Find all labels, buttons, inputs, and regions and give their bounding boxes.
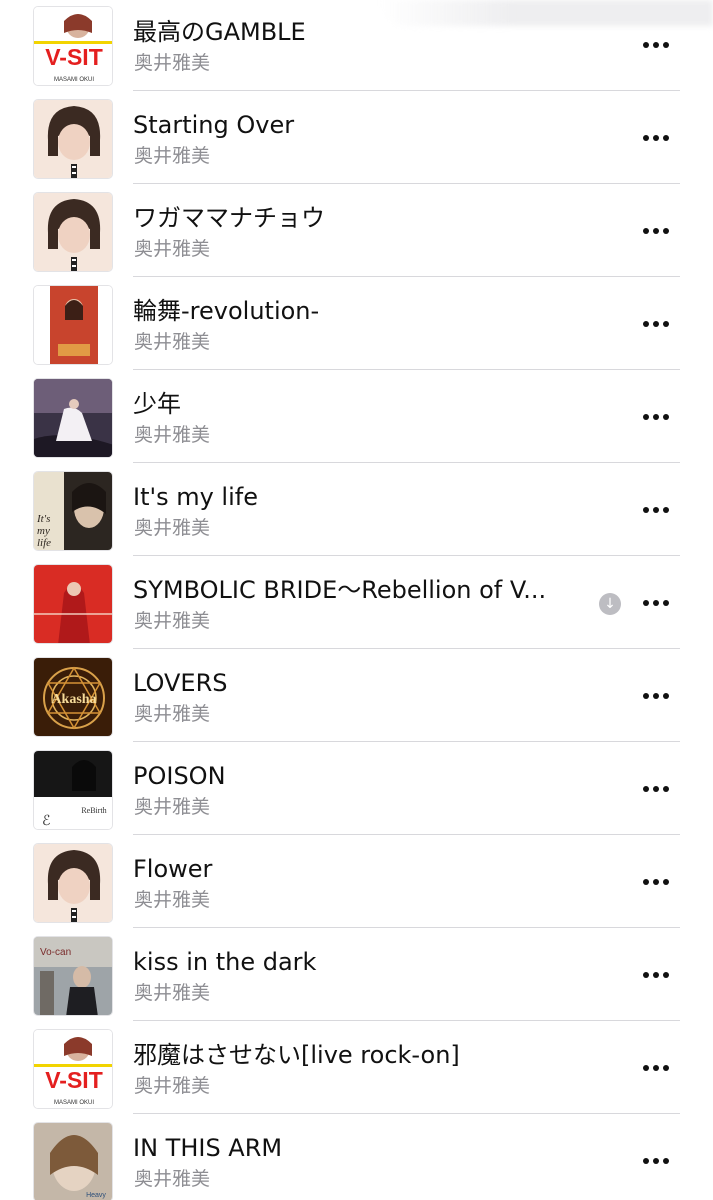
album-artwork	[33, 378, 113, 458]
album-artwork	[33, 192, 113, 272]
svg-text:ReBirth: ReBirth	[81, 806, 106, 815]
song-row[interactable]: 少年 奥井雅美	[0, 372, 713, 465]
album-artwork: It's my life	[33, 471, 113, 551]
more-ellipsis-icon[interactable]	[638, 216, 674, 246]
song-artist: 奥井雅美	[134, 1075, 211, 1097]
song-artist: 奥井雅美	[134, 703, 211, 725]
more-ellipsis-icon[interactable]	[638, 1053, 674, 1083]
song-title: 最高のGAMBLE	[133, 18, 306, 46]
album-artwork: Heavy	[33, 1122, 113, 1200]
song-artist: 奥井雅美	[134, 982, 211, 1004]
row-divider	[133, 462, 680, 463]
album-artwork	[33, 99, 113, 179]
row-divider	[133, 276, 680, 277]
row-divider	[133, 555, 680, 556]
more-ellipsis-icon[interactable]	[638, 774, 674, 804]
more-ellipsis-icon[interactable]	[638, 867, 674, 897]
art-vsit-label: V-SIT	[45, 44, 103, 70]
song-row[interactable]: Akasha LOVERS 奥井雅美	[0, 651, 713, 744]
album-artwork: Akasha	[33, 657, 113, 737]
song-artist: 奥井雅美	[134, 1168, 211, 1190]
row-divider	[133, 1020, 680, 1021]
song-title: POISON	[133, 762, 226, 790]
song-artist: 奥井雅美	[134, 424, 211, 446]
song-row[interactable]: ReBirth ℰ POISON 奥井雅美	[0, 744, 713, 837]
song-row[interactable]: V-SIT MASAMI OKUI 最高のGAMBLE 奥井雅美	[0, 0, 713, 93]
row-divider	[133, 1113, 680, 1114]
svg-text:Heavy: Heavy	[86, 1192, 106, 1199]
song-row[interactable]: It's my life It's my life 奥井雅美	[0, 465, 713, 558]
row-divider	[133, 927, 680, 928]
song-title: 輪舞-revolution-	[133, 297, 320, 325]
song-title: 少年	[133, 390, 181, 418]
svg-text:MASAMI OKUI: MASAMI OKUI	[54, 1100, 94, 1106]
song-title: IN THIS ARM	[133, 1134, 283, 1162]
song-row[interactable]: Heavy IN THIS ARM 奥井雅美	[0, 1116, 713, 1200]
row-divider	[133, 834, 680, 835]
song-title: It's my life	[133, 483, 258, 511]
song-title: kiss in the dark	[133, 948, 317, 976]
row-divider	[133, 369, 680, 370]
song-row[interactable]: ワガママナチョウ奥井雅美	[0, 186, 713, 279]
song-artist: 奥井雅美	[134, 889, 211, 911]
more-ellipsis-icon[interactable]	[638, 960, 674, 990]
more-ellipsis-icon[interactable]	[638, 495, 674, 525]
song-artist: 奥井雅美	[134, 238, 211, 260]
more-ellipsis-icon[interactable]	[638, 30, 674, 60]
album-artwork: Vo-can	[33, 936, 113, 1016]
album-artwork	[33, 843, 113, 923]
more-ellipsis-icon[interactable]	[638, 309, 674, 339]
song-artist: 奥井雅美	[134, 796, 211, 818]
song-artist: 奥井雅美	[134, 610, 211, 632]
more-ellipsis-icon[interactable]	[638, 681, 674, 711]
download-arrow-icon[interactable]: ↓	[599, 593, 621, 615]
song-artist: 奥井雅美	[134, 517, 211, 539]
more-ellipsis-icon[interactable]	[638, 588, 674, 618]
row-divider	[133, 741, 680, 742]
svg-text:Vo-can: Vo-can	[40, 947, 71, 958]
song-title: ワガママナチョウ	[133, 204, 325, 232]
song-title: Starting Over	[133, 111, 295, 139]
album-artwork	[33, 285, 113, 365]
song-row[interactable]: 輪舞-revolution- 奥井雅美	[0, 279, 713, 372]
song-title: 邪魔はさせない[live rock-on]	[133, 1041, 460, 1069]
song-artist: 奥井雅美	[134, 52, 211, 74]
song-artist: 奥井雅美	[134, 145, 211, 167]
svg-text:It's: It's	[36, 513, 50, 525]
song-title: Flower	[133, 855, 213, 883]
row-divider	[133, 183, 680, 184]
song-row[interactable]: Vo-can kiss in the dark 奥井雅美	[0, 930, 713, 1023]
more-ellipsis-icon[interactable]	[638, 1146, 674, 1176]
svg-text:my: my	[37, 525, 50, 537]
album-artwork	[33, 564, 113, 644]
album-artwork: V-SIT MASAMI OKUI	[33, 1029, 113, 1109]
svg-text:ℰ: ℰ	[42, 814, 50, 829]
song-row[interactable]: SYMBOLIC BRIDE～Rebellion of V... 奥井雅美 ↓	[0, 558, 713, 651]
album-artwork: ReBirth ℰ	[33, 750, 113, 830]
row-divider	[133, 90, 680, 91]
song-row[interactable]: Flower 奥井雅美	[0, 837, 713, 930]
song-artist: 奥井雅美	[134, 331, 211, 353]
svg-text:MASAMI OKUI: MASAMI OKUI	[54, 77, 94, 83]
album-artwork: V-SIT MASAMI OKUI	[33, 6, 113, 86]
svg-text:life: life	[37, 537, 51, 549]
song-row[interactable]: Starting Over 奥井雅美	[0, 93, 713, 186]
more-ellipsis-icon[interactable]	[638, 123, 674, 153]
song-title: SYMBOLIC BRIDE～Rebellion of V...	[133, 576, 547, 604]
svg-text:Akasha: Akasha	[51, 692, 96, 707]
song-row[interactable]: V-SIT MASAMI OKUI 邪魔はさせない[live rock-on] 奥井雅…	[0, 1023, 713, 1116]
song-title: LOVERS	[133, 669, 228, 697]
more-ellipsis-icon[interactable]	[638, 402, 674, 432]
row-divider	[133, 648, 680, 649]
art-vsit-label: V-SIT	[45, 1067, 103, 1093]
